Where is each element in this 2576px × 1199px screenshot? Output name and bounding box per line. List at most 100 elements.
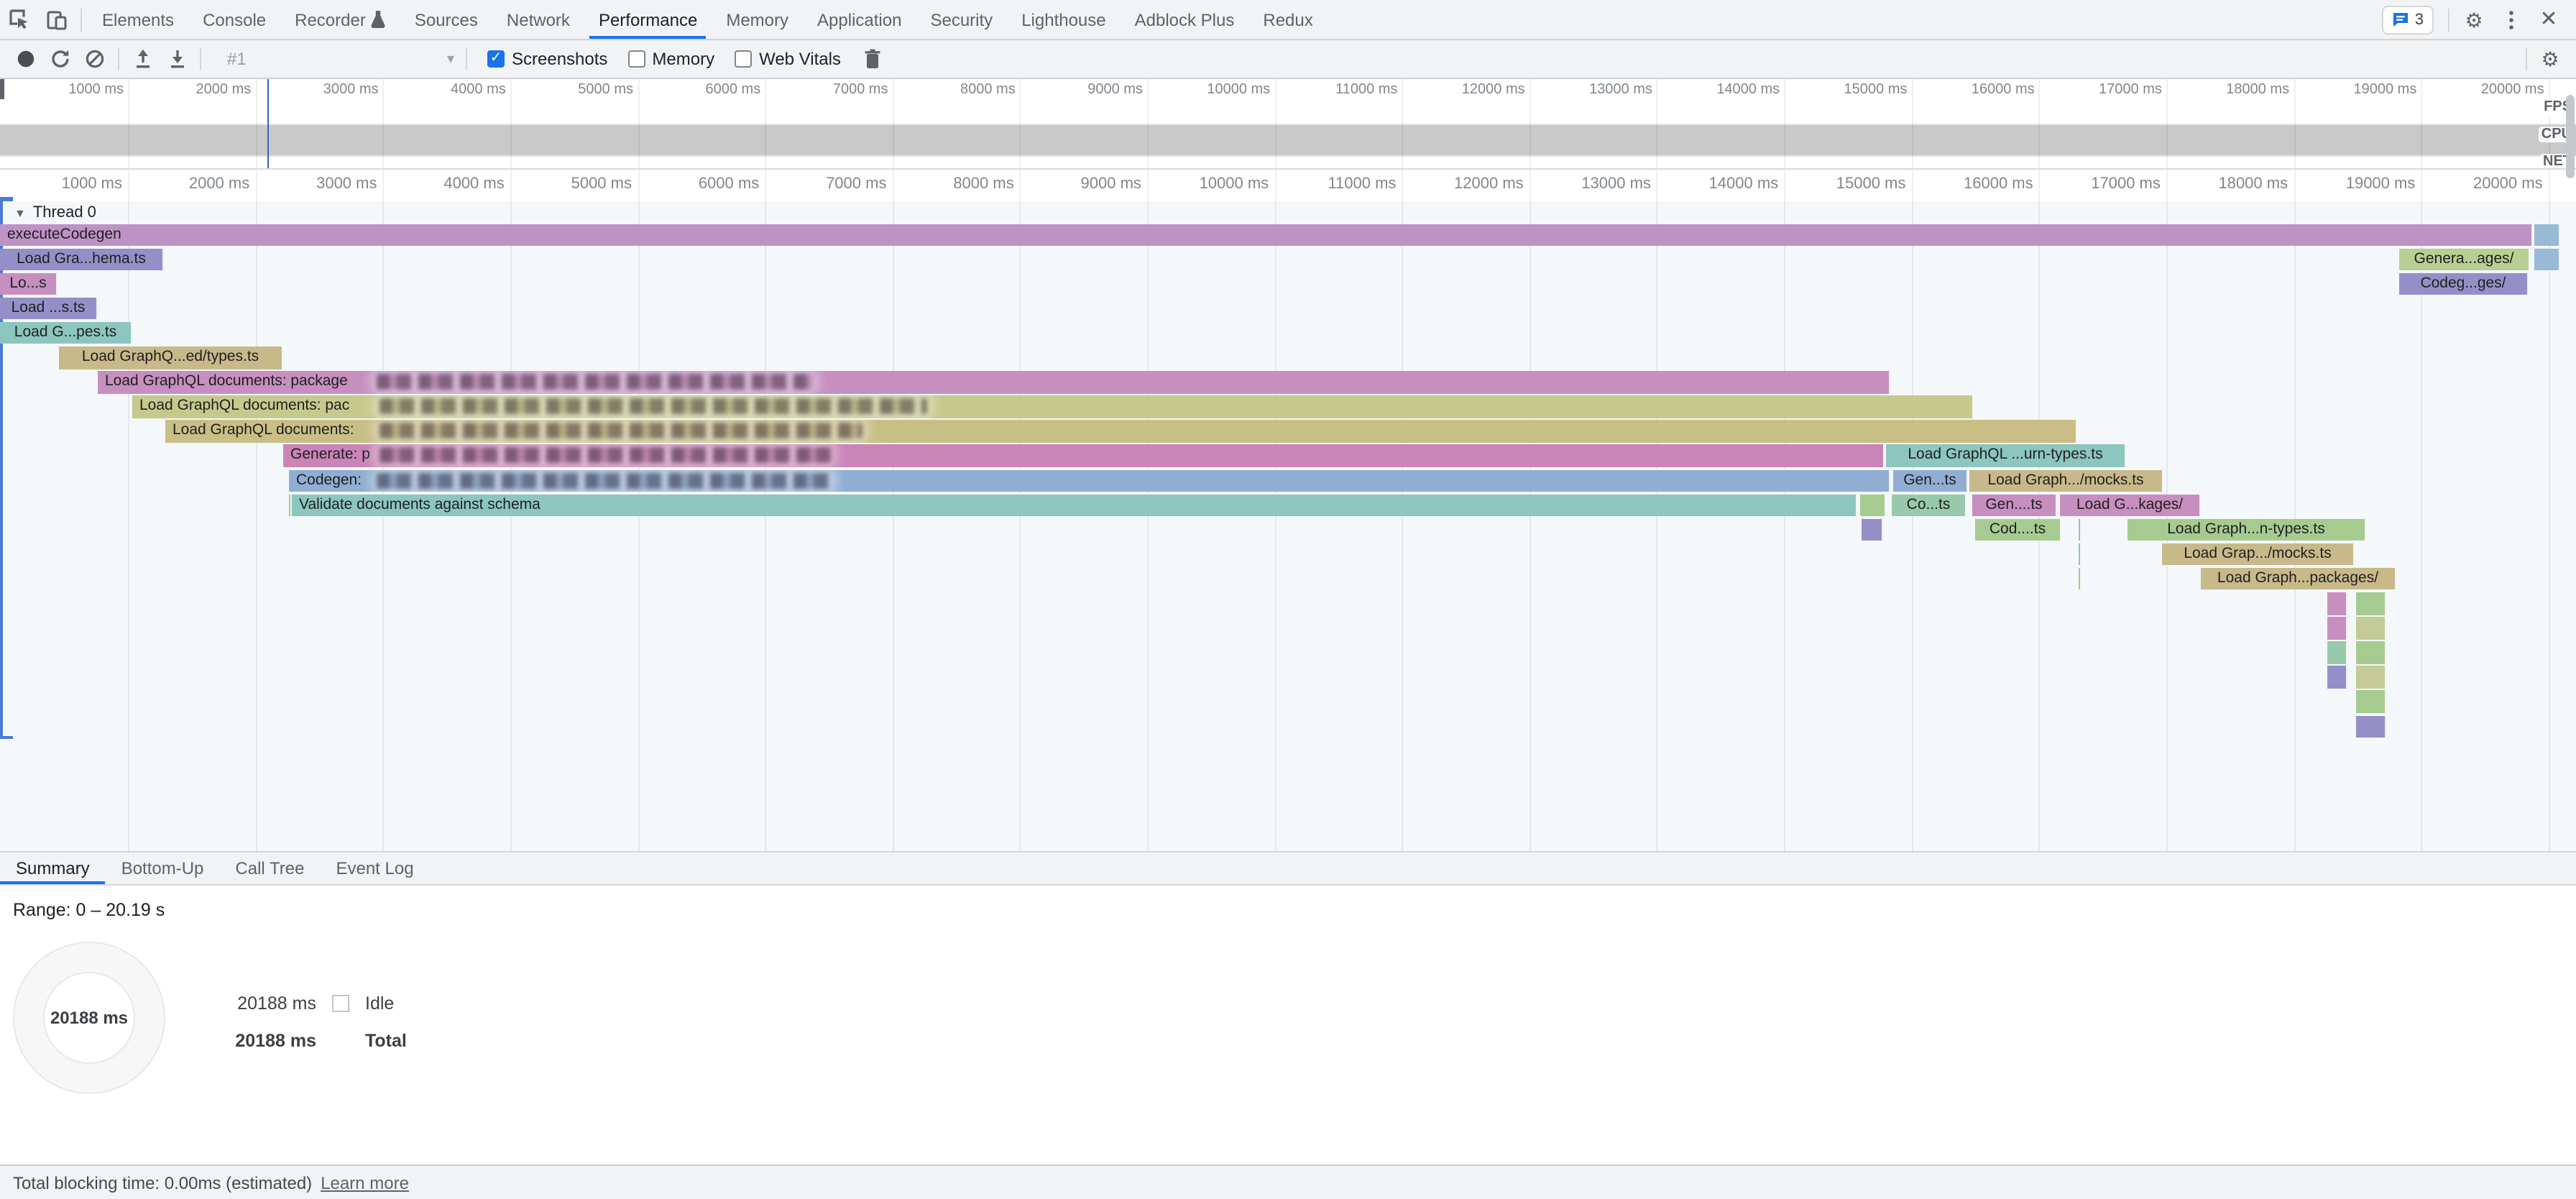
unchecked-checkbox-icon[interactable] — [627, 50, 645, 68]
tab-redux[interactable]: Redux — [1248, 0, 1327, 39]
feedback-bubble-icon — [2392, 11, 2409, 28]
flame-bar-cod-ts[interactable]: Cod....ts — [1975, 518, 2061, 541]
flame-bar-load-graphql-documents[interactable]: Load GraphQL documents: — [165, 421, 2077, 443]
ruler-tick-label: 9000 ms — [1081, 175, 1147, 193]
reload-record-icon[interactable] — [43, 42, 78, 76]
details-tab-summary[interactable]: Summary — [0, 853, 106, 884]
ruler-tick-label: 10000 ms — [1200, 175, 1275, 193]
ruler-tick-label: 15000 ms — [1836, 175, 1912, 193]
devtools-tabbar: ElementsConsoleRecorderSourcesNetworkPer… — [0, 0, 2576, 40]
legend-label: Idle — [365, 993, 394, 1014]
flame-bar[interactable] — [2327, 617, 2347, 639]
redacted-text — [380, 423, 862, 439]
overview-tick-label: 9000 ms — [1087, 82, 1147, 98]
flame-bar[interactable] — [2079, 568, 2082, 590]
thread-track-header[interactable]: ▼ Thread 0 — [14, 204, 96, 221]
device-toolbar-icon[interactable] — [37, 1, 75, 38]
settings-gear-icon[interactable]: ⚙ — [2455, 1, 2493, 38]
performance-toolbar: #1 ▾ ✓Screenshots Memory Web Vitals ⚙ — [0, 40, 2576, 79]
flame-bar[interactable] — [2356, 617, 2386, 639]
flame-bar-validate-documents-against-schema[interactable]: Validate documents against schema — [292, 494, 1857, 516]
flame-bar-load-g-kages[interactable]: Load G...kages/ — [2060, 494, 2201, 516]
tab-performance[interactable]: Performance — [584, 0, 712, 39]
flame-bar[interactable] — [2356, 592, 2386, 615]
flame-bar[interactable] — [2079, 518, 2082, 541]
flame-bar[interactable] — [2356, 715, 2386, 738]
flame-bar-load-g-pes-ts[interactable]: Load G...pes.ts — [0, 322, 132, 344]
timeline-overview[interactable]: 1000 ms2000 ms3000 ms4000 ms5000 ms6000 … — [0, 79, 2576, 170]
overview-tick-label: 5000 ms — [578, 82, 638, 98]
checkbox-screenshots[interactable]: ✓Screenshots — [487, 49, 607, 69]
overview-tick-label: 4000 ms — [451, 82, 510, 98]
flame-bar[interactable] — [1862, 518, 1883, 541]
issues-button[interactable]: 3 — [2382, 5, 2434, 34]
flame-bar-load-graphql-documents-package[interactable]: Load GraphQL documents: package — [98, 371, 1890, 393]
tab-elements[interactable]: Elements — [88, 0, 188, 39]
flame-bar-load-graphql-urn-types-ts[interactable]: Load GraphQL ...urn-types.ts — [1886, 445, 2126, 467]
flame-bar-genera-ages[interactable]: Genera...ages/ — [2399, 248, 2530, 270]
tab-recorder[interactable]: Recorder — [280, 0, 400, 39]
ruler-tick-label: 13000 ms — [1581, 175, 1657, 193]
flame-bar-load-gra-hema-ts[interactable]: Load Gra...hema.ts — [0, 248, 164, 270]
tab-memory[interactable]: Memory — [712, 0, 803, 39]
clear-icon[interactable] — [78, 42, 112, 76]
close-devtools-icon[interactable]: ✕ — [2530, 1, 2567, 38]
flame-bar-co-ts[interactable]: Co...ts — [1892, 494, 1966, 516]
record-icon[interactable] — [9, 42, 43, 76]
flame-bar[interactable] — [2356, 666, 2386, 689]
learn-more-link[interactable]: Learn more — [321, 1172, 409, 1193]
flame-bar-load-graph-packages[interactable]: Load Graph...packages/ — [2201, 568, 2396, 590]
load-profile-icon[interactable] — [125, 42, 160, 76]
tab-network[interactable]: Network — [492, 0, 584, 39]
flame-bar[interactable] — [1860, 494, 1886, 516]
details-tab-event-log[interactable]: Event Log — [320, 853, 429, 884]
tab-security[interactable]: Security — [916, 0, 1007, 39]
flame-bar[interactable] — [2327, 641, 2347, 663]
checkbox-web-vitals[interactable]: Web Vitals — [735, 49, 841, 69]
overview-window-handle[interactable] — [0, 79, 4, 99]
flame-bar-load-s-ts[interactable]: Load ...s.ts — [0, 298, 98, 320]
kebab-menu-icon[interactable] — [2493, 1, 2530, 38]
flame-bar[interactable] — [2356, 691, 2386, 713]
flame-bar-load-graph-n-types-ts[interactable]: Load Graph...n-types.ts — [2128, 518, 2366, 541]
flame-bar[interactable] — [2534, 224, 2560, 246]
flame-bar-gen-ts[interactable]: Gen...ts — [1893, 469, 1968, 492]
overview-gridline — [1911, 79, 1913, 168]
flame-bar[interactable] — [2079, 543, 2082, 566]
flame-gridline — [2421, 170, 2422, 851]
flame-bar-load-graphql-documents-pac[interactable]: Load GraphQL documents: pac — [132, 395, 1974, 418]
inspect-element-icon[interactable] — [0, 1, 37, 38]
tab-adblock-plus[interactable]: Adblock Plus — [1121, 0, 1249, 39]
unchecked-checkbox-icon[interactable] — [735, 50, 752, 68]
overview-gridline — [2294, 79, 2295, 168]
flame-bar-load-graphq-ed-types-ts[interactable]: Load GraphQ...ed/types.ts — [59, 346, 283, 369]
vertical-scrollbar-thumb[interactable] — [2566, 95, 2575, 178]
checkbox-memory[interactable]: Memory — [627, 49, 714, 69]
flame-bar-generate-p[interactable]: Generate: p — [283, 445, 1885, 467]
checked-checkbox-icon[interactable]: ✓ — [487, 50, 505, 68]
flame-bar-load-grap-mocks-ts[interactable]: Load Grap.../mocks.ts — [2162, 543, 2355, 566]
flame-bar-lo-s[interactable]: Lo...s — [0, 272, 58, 295]
overview-gridline — [255, 79, 257, 168]
trash-icon[interactable] — [855, 42, 890, 76]
flame-bar[interactable] — [2327, 592, 2347, 615]
flame-bar-codeg-ges[interactable]: Codeg...ges/ — [2399, 272, 2529, 295]
tab-lighthouse[interactable]: Lighthouse — [1007, 0, 1120, 39]
tab-sources[interactable]: Sources — [400, 0, 492, 39]
flame-bar[interactable] — [2327, 666, 2347, 689]
details-tab-bottom-up[interactable]: Bottom-Up — [106, 853, 220, 884]
flame-bar-executecodegen[interactable]: executeCodegen — [0, 224, 2533, 246]
flame-chart[interactable]: ▼ Thread 0 1000 ms2000 ms3000 ms4000 ms5… — [0, 170, 2576, 851]
flame-bar-codegen[interactable]: Codegen: — [289, 469, 1890, 492]
details-tab-call-tree[interactable]: Call Tree — [219, 853, 320, 884]
capture-settings-gear-icon[interactable]: ⚙ — [2533, 42, 2567, 76]
tab-application[interactable]: Application — [803, 0, 916, 39]
flame-bar[interactable] — [2356, 641, 2386, 663]
flame-bar-load-graph-mocks-ts[interactable]: Load Graph.../mocks.ts — [1969, 469, 2163, 492]
flame-bar-gen-ts[interactable]: Gen....ts — [1972, 494, 2057, 516]
flame-bar[interactable] — [2534, 248, 2560, 270]
history-select[interactable]: #1 ▾ — [218, 45, 460, 73]
save-profile-icon[interactable] — [160, 42, 194, 76]
checkbox-label: Web Vitals — [759, 49, 841, 69]
tab-console[interactable]: Console — [188, 0, 280, 39]
